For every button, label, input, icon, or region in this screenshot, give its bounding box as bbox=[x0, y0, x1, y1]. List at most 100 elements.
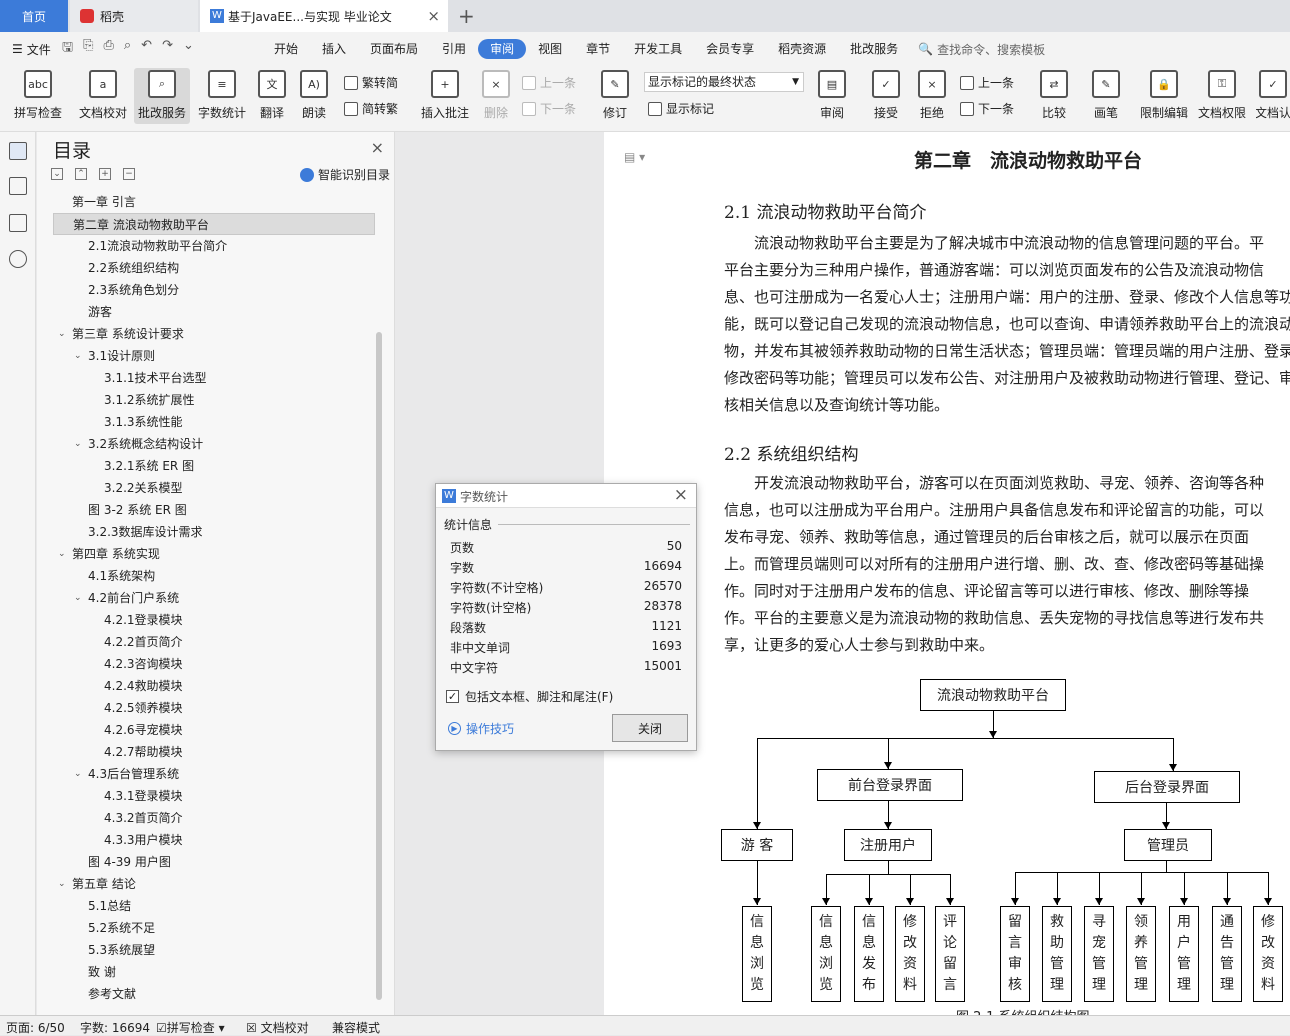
translate-button[interactable]: 文翻译 bbox=[254, 68, 290, 124]
undo-icon[interactable]: ↶ bbox=[141, 38, 152, 60]
expand-all-icon[interactable]: ⌃ bbox=[75, 168, 87, 180]
toc-item[interactable]: 4.3后台管理系统 bbox=[88, 763, 179, 785]
toc-item[interactable]: 5.2系统不足 bbox=[88, 917, 155, 939]
word-count-indicator[interactable]: 字数: 16694 bbox=[80, 1019, 150, 1036]
menu-tab-4[interactable]: 审阅 bbox=[478, 39, 527, 59]
toc-item[interactable]: 3.1.1技术平台选型 bbox=[104, 367, 207, 389]
toc-item[interactable]: 4.2.6寻宠模块 bbox=[104, 719, 183, 741]
close-button[interactable]: 关闭 bbox=[612, 714, 688, 742]
expand-arrow-icon[interactable]: ⌄ bbox=[74, 769, 82, 779]
reject-button[interactable]: × 拒绝 bbox=[914, 68, 950, 124]
navigation-icon[interactable] bbox=[9, 177, 27, 195]
compare-button[interactable]: ⇄ 比较 bbox=[1036, 68, 1072, 124]
smart-toc-button[interactable]: 智能识别目录 bbox=[299, 166, 390, 183]
menu-tab-10[interactable]: 批改服务 bbox=[838, 39, 910, 59]
restrict-edit-button[interactable]: 🔒 限制编辑 bbox=[1138, 68, 1190, 124]
add-entry-icon[interactable]: + bbox=[99, 168, 111, 180]
toc-item[interactable]: 4.2.1登录模块 bbox=[104, 609, 183, 631]
include-textbox-checkbox[interactable]: ✓ 包括文本框、脚注和尾注(F) bbox=[446, 688, 613, 705]
grading-service-button[interactable]: ⌕ 批改服务 bbox=[134, 68, 190, 124]
markup-display-select[interactable]: 显示标记的最终状态 ▼ bbox=[644, 72, 804, 92]
tips-link[interactable]: ▶ 操作技巧 bbox=[448, 720, 514, 737]
toc-item[interactable]: 4.3.1登录模块 bbox=[104, 785, 183, 807]
toc-item[interactable]: 2.3系统角色划分 bbox=[88, 279, 179, 301]
toc-item[interactable]: 致 谢 bbox=[88, 961, 116, 983]
expand-arrow-icon[interactable]: ⌄ bbox=[58, 879, 66, 889]
toc-item[interactable]: 游客 bbox=[88, 301, 112, 323]
toc-item[interactable]: 4.3.3用户模块 bbox=[104, 829, 183, 851]
next-change-button[interactable]: 下一条 bbox=[960, 100, 1014, 117]
toc-item[interactable]: 4.2.7帮助模块 bbox=[104, 741, 183, 763]
redo-icon[interactable]: ↷ bbox=[162, 38, 173, 60]
toc-item[interactable]: 2.2系统组织结构 bbox=[88, 257, 179, 279]
page-layout-icon[interactable]: ▤ ▾ bbox=[624, 150, 645, 164]
show-markup-button[interactable]: 显示标记 bbox=[648, 100, 714, 117]
expand-arrow-icon[interactable]: ⌄ bbox=[74, 439, 82, 449]
bookmark-icon[interactable] bbox=[9, 214, 27, 232]
toc-item[interactable]: 第一章 引言 bbox=[72, 191, 136, 213]
preview-icon[interactable]: ⌕ bbox=[124, 38, 131, 60]
toc-item[interactable]: 3.1.2系统扩展性 bbox=[104, 389, 195, 411]
toc-item[interactable]: 5.3系统展望 bbox=[88, 939, 155, 961]
status-doc-check[interactable]: ☒ 文档校对 bbox=[246, 1019, 309, 1036]
toc-item[interactable]: 3.2.3数据库设计需求 bbox=[88, 521, 203, 543]
toc-panel-icon[interactable] bbox=[9, 142, 27, 160]
prev-comment-button[interactable]: 上一条 bbox=[522, 74, 576, 91]
toc-item[interactable]: 第四章 系统实现 bbox=[72, 543, 160, 565]
toc-item[interactable]: 4.1系统架构 bbox=[88, 565, 155, 587]
trad-to-simp-button[interactable]: 繁转简 bbox=[344, 74, 398, 91]
menu-tab-1[interactable]: 插入 bbox=[310, 39, 358, 59]
remove-entry-icon[interactable]: − bbox=[123, 168, 135, 180]
expand-arrow-icon[interactable]: ⌄ bbox=[74, 593, 82, 603]
find-icon[interactable] bbox=[9, 250, 27, 268]
export-icon[interactable]: ⎘ bbox=[83, 38, 93, 60]
tab-daoke[interactable]: 稻壳 bbox=[70, 0, 198, 32]
expand-arrow-icon[interactable]: ⌄ bbox=[74, 351, 82, 361]
insert-comment-button[interactable]: + 插入批注 bbox=[418, 68, 472, 124]
print-icon[interactable]: ⎙ bbox=[103, 38, 113, 60]
menu-tab-7[interactable]: 开发工具 bbox=[622, 39, 694, 59]
accept-button[interactable]: ✓ 接受 bbox=[868, 68, 904, 124]
toc-item[interactable]: 第二章 流浪动物救助平台 bbox=[53, 213, 375, 235]
doc-check-button[interactable]: a 文档校对 bbox=[76, 68, 130, 124]
collapse-all-icon[interactable]: ⌄ bbox=[51, 168, 63, 180]
toc-item[interactable]: 图 3-2 系统 ER 图 bbox=[88, 499, 187, 521]
toc-item[interactable]: 2.1流浪动物救助平台简介 bbox=[88, 235, 227, 257]
toc-item[interactable]: 3.2系统概念结构设计 bbox=[88, 433, 203, 455]
toc-item[interactable]: 5.1总结 bbox=[88, 895, 131, 917]
delete-comment-button[interactable]: × 删除 bbox=[478, 68, 514, 124]
toc-item[interactable]: 3.2.2关系模型 bbox=[104, 477, 183, 499]
simp-to-trad-button[interactable]: 简转繁 bbox=[344, 100, 398, 117]
spell-check-button[interactable]: abc 拼写检查 bbox=[8, 68, 68, 124]
review-pane-button[interactable]: ▤ 审阅 bbox=[814, 68, 850, 124]
toc-item[interactable]: 4.2前台门户系统 bbox=[88, 587, 179, 609]
page-indicator[interactable]: 页面: 6/50 bbox=[6, 1019, 65, 1036]
toc-item[interactable]: 参考文献 bbox=[88, 983, 136, 1005]
save-icon[interactable]: 🖫 bbox=[62, 38, 73, 60]
menu-tab-5[interactable]: 视图 bbox=[526, 39, 574, 59]
read-aloud-button[interactable]: A) 朗读 bbox=[298, 68, 330, 124]
tab-document[interactable]: W 基于JavaEE...与实现 毕业论文 × bbox=[200, 0, 448, 32]
pen-button[interactable]: ✎ 画笔 bbox=[1090, 68, 1122, 124]
word-count-button[interactable]: ≡ 字数统计 bbox=[196, 68, 248, 124]
dialog-close-icon[interactable]: × bbox=[674, 485, 688, 505]
prev-change-button[interactable]: 上一条 bbox=[960, 74, 1014, 91]
toc-item[interactable]: 3.2.1系统 ER 图 bbox=[104, 455, 194, 477]
toc-item[interactable]: 图 4-39 用户图 bbox=[88, 851, 171, 873]
expand-arrow-icon[interactable]: ⌄ bbox=[58, 329, 66, 339]
toc-item[interactable]: 4.2.4救助模块 bbox=[104, 675, 183, 697]
menu-tab-0[interactable]: 开始 bbox=[262, 39, 310, 59]
toc-item[interactable]: 4.3.2首页简介 bbox=[104, 807, 183, 829]
track-changes-button[interactable]: ✎ 修订 bbox=[598, 68, 632, 124]
toc-item[interactable]: 3.1.3系统性能 bbox=[104, 411, 183, 433]
menu-tab-8[interactable]: 会员专享 bbox=[694, 39, 766, 59]
toc-item[interactable]: 4.2.5领养模块 bbox=[104, 697, 183, 719]
next-comment-button[interactable]: 下一条 bbox=[522, 100, 576, 117]
doc-auth-button[interactable]: ✓ 文档认 bbox=[1256, 68, 1290, 124]
file-menu[interactable]: ☰ 文件 bbox=[0, 41, 62, 58]
toc-item[interactable]: 4.2.2首页简介 bbox=[104, 631, 183, 653]
close-icon[interactable]: × bbox=[371, 138, 384, 157]
new-tab-icon[interactable]: + bbox=[458, 4, 475, 28]
toc-scrollbar[interactable] bbox=[376, 332, 382, 1000]
toc-item[interactable]: 第五章 结论 bbox=[72, 873, 136, 895]
